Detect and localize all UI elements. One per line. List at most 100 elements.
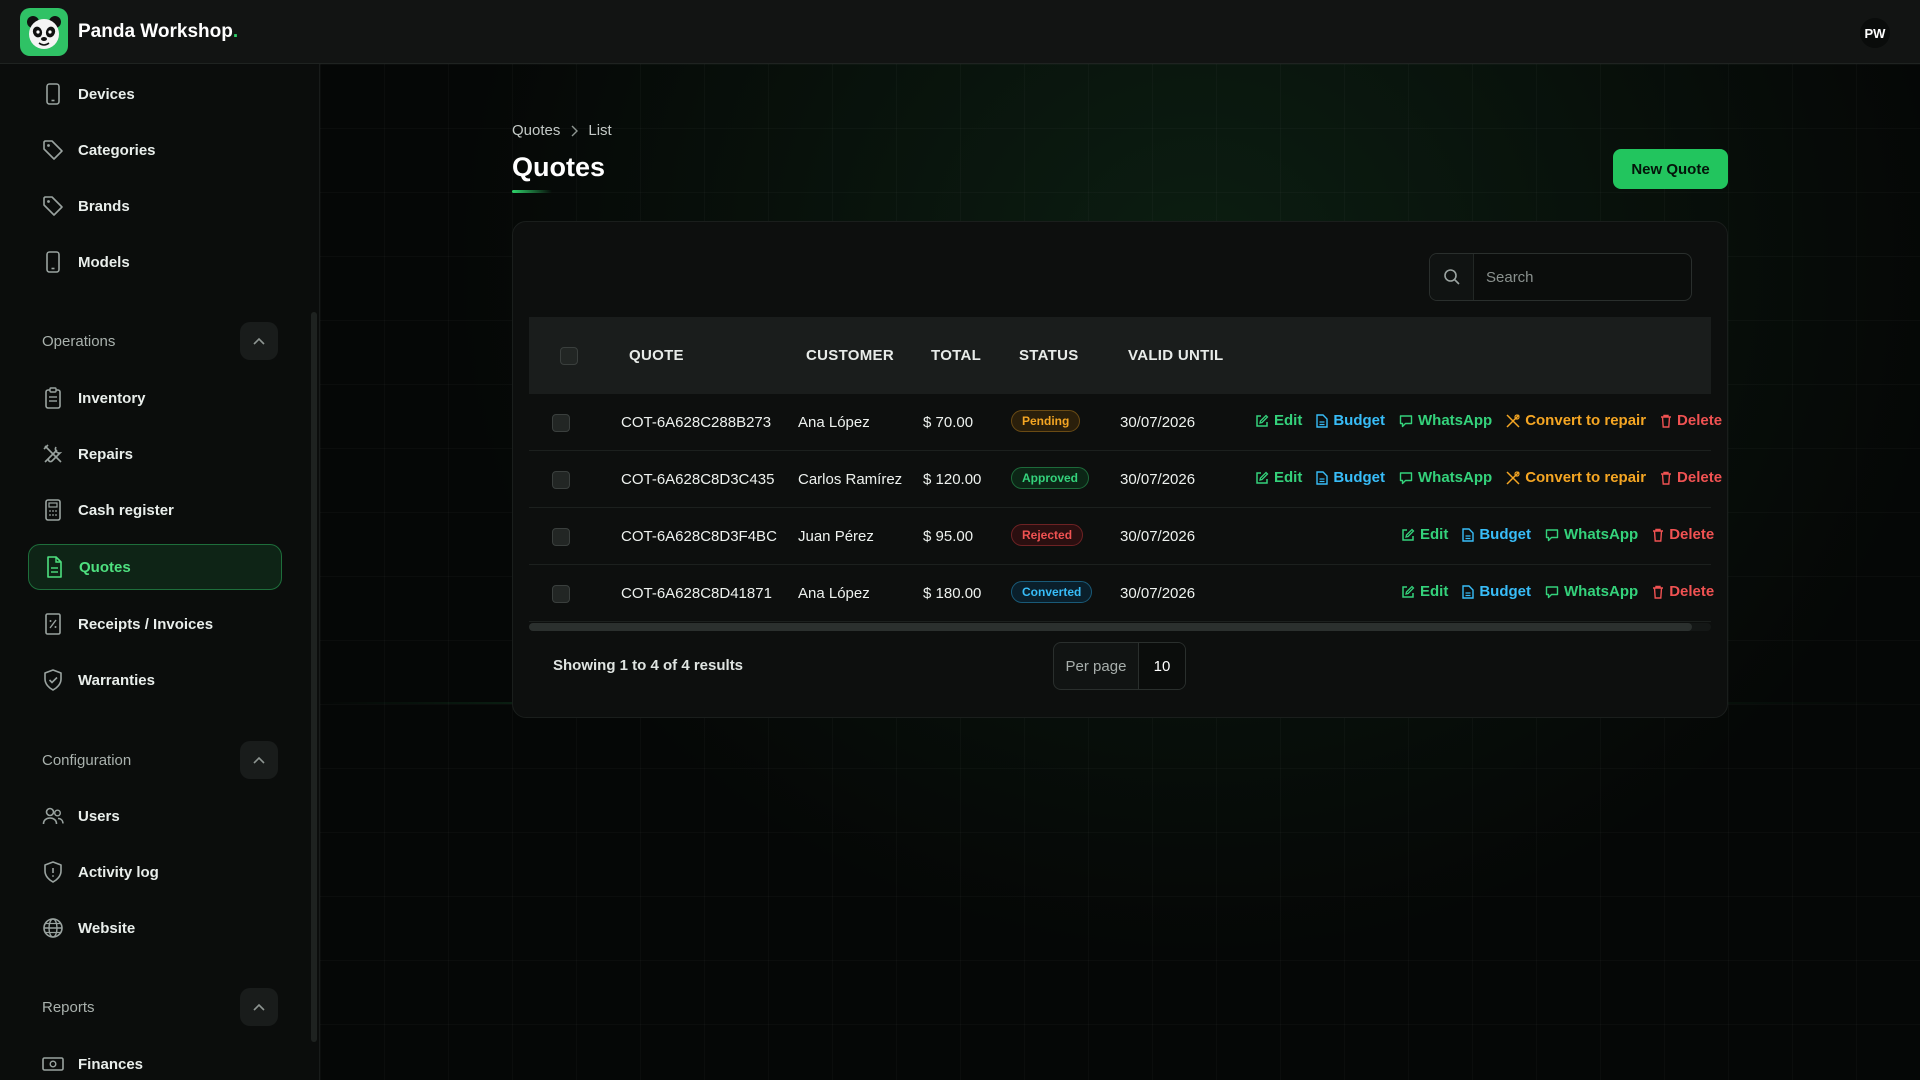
chat-icon	[1545, 528, 1559, 541]
sidebar-item-devices[interactable]: Devices	[28, 71, 282, 117]
per-page-select[interactable]: Per page 10	[1053, 642, 1186, 690]
quote-id[interactable]: COT-6A628C288B273	[621, 414, 771, 431]
whatsapp-button[interactable]: WhatsApp	[1399, 469, 1492, 486]
page-title: Quotes	[512, 152, 606, 182]
breadcrumb: Quotes List	[512, 122, 612, 139]
sidebar-item-label: Quotes	[79, 558, 131, 576]
sidebar-item-label: Receipts / Invoices	[78, 615, 214, 633]
title-underline	[512, 190, 552, 193]
quote-id[interactable]: COT-6A628C8D3F4BC	[621, 528, 777, 545]
sidebar-item-label: Models	[78, 253, 130, 271]
brand-dot: .	[232, 20, 239, 42]
row-checkbox[interactable]	[552, 414, 570, 432]
sidebar-item-quotes[interactable]: Quotes	[28, 544, 282, 590]
column-header-status[interactable]: STATUS	[1019, 347, 1079, 364]
sidebar-item-inventory[interactable]: Inventory	[28, 375, 282, 421]
convert-to-repair-button[interactable]: Convert to repair	[1506, 412, 1646, 429]
row-checkbox[interactable]	[552, 528, 570, 546]
scrollbar-thumb[interactable]	[529, 623, 1692, 631]
budget-button[interactable]: Budget	[1462, 526, 1531, 543]
column-header-customer[interactable]: CUSTOMER	[806, 347, 894, 364]
results-summary: Showing 1 to 4 of 4 results	[553, 657, 744, 674]
sidebar-item-categories[interactable]: Categories	[28, 127, 282, 173]
sidebar-item-label: Website	[78, 919, 136, 937]
collapse-reports-button[interactable]	[240, 988, 278, 1026]
sidebar-item-label: Devices	[78, 85, 135, 103]
sidebar-item-receipts[interactable]: Receipts / Invoices	[28, 601, 282, 647]
sidebar-item-finances[interactable]: Finances	[28, 1041, 282, 1080]
quote-total: $ 120.00	[923, 471, 982, 488]
sidebar-item-warranties[interactable]: Warranties	[28, 657, 282, 703]
valid-until: 30/07/2026	[1120, 528, 1196, 545]
edit-icon	[1402, 585, 1415, 598]
column-header-total[interactable]: TOTAL	[931, 347, 981, 364]
search-input[interactable]	[1474, 254, 1691, 300]
delete-button[interactable]: Delete	[1652, 526, 1714, 543]
edit-button[interactable]: Edit	[1255, 412, 1302, 429]
chat-icon	[1399, 471, 1413, 484]
breadcrumb-current: List	[588, 122, 612, 139]
table-horizontal-scrollbar[interactable]	[529, 623, 1711, 631]
panda-logo-icon[interactable]	[20, 7, 68, 56]
per-page-value[interactable]: 10	[1139, 643, 1185, 689]
delete-button[interactable]: Delete	[1660, 469, 1722, 486]
edit-icon	[1402, 528, 1415, 541]
tools-icon	[42, 443, 64, 465]
sidebar-item-cash-register[interactable]: Cash register	[28, 487, 282, 533]
phone-icon	[42, 251, 64, 273]
row-actions: Edit Budget WhatsApp Convert to repair D…	[1255, 469, 1722, 486]
tag-icon	[42, 195, 64, 217]
budget-button[interactable]: Budget	[1316, 412, 1385, 429]
edit-button[interactable]: Edit	[1255, 469, 1302, 486]
sidebar-item-website[interactable]: Website	[28, 905, 282, 951]
calculator-icon	[42, 499, 64, 521]
sidebar-item-models[interactable]: Models	[28, 239, 282, 285]
chevron-up-icon	[253, 1003, 265, 1011]
delete-button[interactable]: Delete	[1652, 583, 1714, 600]
row-checkbox[interactable]	[552, 471, 570, 489]
budget-button[interactable]: Budget	[1462, 583, 1531, 600]
collapse-configuration-button[interactable]	[240, 741, 278, 779]
delete-button[interactable]: Delete	[1660, 412, 1722, 429]
table-header: QUOTE CUSTOMER TOTAL STATUS VALID UNTIL	[529, 317, 1711, 394]
customer-name: Carlos Ramírez	[798, 471, 903, 488]
edit-button[interactable]: Edit	[1401, 526, 1448, 543]
column-header-valid-until[interactable]: VALID UNTIL	[1128, 347, 1224, 364]
column-header-quote[interactable]: QUOTE	[629, 347, 684, 364]
whatsapp-button[interactable]: WhatsApp	[1399, 412, 1492, 429]
status-badge: Pending	[1011, 410, 1081, 432]
sidebar-item-label: Warranties	[78, 671, 155, 689]
breadcrumb-root[interactable]: Quotes	[512, 122, 560, 139]
table-row: COT-6A628C8D3C435 Carlos Ramírez $ 120.0…	[529, 451, 1722, 508]
new-quote-button[interactable]: New Quote	[1613, 149, 1728, 189]
row-checkbox[interactable]	[552, 585, 570, 603]
sidebar-item-users[interactable]: Users	[28, 793, 282, 839]
users-icon	[42, 805, 64, 827]
sidebar-item-brands[interactable]: Brands	[28, 183, 282, 229]
valid-until: 30/07/2026	[1120, 414, 1196, 431]
sidebar-item-label: Users	[78, 807, 120, 825]
trash-icon	[1653, 528, 1664, 542]
convert-to-repair-button[interactable]: Convert to repair	[1506, 469, 1646, 486]
sidebar-scrollbar[interactable]	[311, 312, 317, 1042]
user-avatar[interactable]: PW	[1860, 18, 1890, 48]
budget-button[interactable]: Budget	[1316, 469, 1385, 486]
sidebar-item-repairs[interactable]: Repairs	[28, 431, 282, 477]
whatsapp-button[interactable]: WhatsApp	[1545, 526, 1638, 543]
sidebar-item-label: Finances	[78, 1055, 144, 1073]
row-actions: Edit Budget WhatsApp Delete	[1401, 583, 1714, 600]
document-icon	[1316, 470, 1329, 485]
select-all-checkbox[interactable]	[560, 347, 578, 365]
group-label: Reports	[42, 998, 95, 1016]
trash-icon	[1661, 414, 1672, 428]
chat-icon	[1545, 585, 1559, 598]
row-actions: Edit Budget WhatsApp Delete	[1401, 526, 1714, 543]
collapse-operations-button[interactable]	[240, 322, 278, 360]
sidebar-item-activity-log[interactable]: Activity log	[28, 849, 282, 895]
quote-id[interactable]: COT-6A628C8D41871	[621, 585, 772, 602]
quote-id[interactable]: COT-6A628C8D3C435	[621, 471, 774, 488]
whatsapp-button[interactable]: WhatsApp	[1545, 583, 1638, 600]
cash-icon	[42, 1053, 64, 1075]
row-actions: Edit Budget WhatsApp Convert to repair D…	[1255, 412, 1722, 429]
edit-button[interactable]: Edit	[1401, 583, 1448, 600]
